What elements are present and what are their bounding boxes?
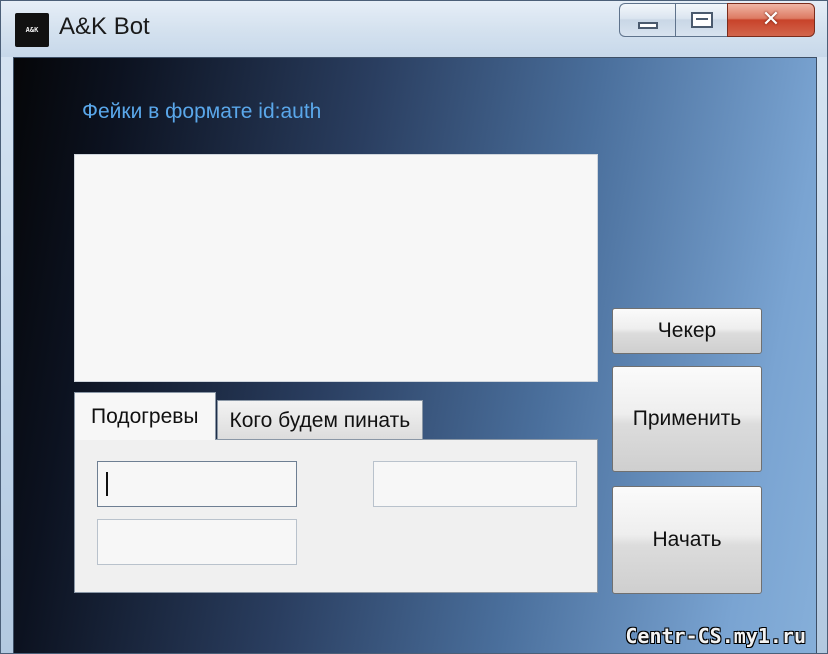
tab-podogrevy[interactable]: Подогревы (74, 392, 216, 440)
window-title: A&K Bot (59, 13, 150, 40)
fakes-label: Фейки в формате id:auth (82, 100, 322, 123)
minimize-icon (637, 21, 658, 29)
input-field-2[interactable] (97, 519, 297, 565)
fakes-textarea[interactable] (74, 154, 598, 382)
maximize-icon (690, 12, 713, 28)
caption-buttons: ✕ (619, 3, 815, 37)
client-area: Фейки в формате id:auth Подогревы Кого б… (13, 57, 817, 653)
text-caret (106, 472, 108, 496)
close-button[interactable]: ✕ (727, 3, 815, 37)
app-window: A&K A&K Bot ✕ Фейки в формате id:auth По… (0, 0, 828, 654)
tab-strip: Подогревы Кого будем пинать (74, 392, 424, 440)
tab-kogo-budem-pinat[interactable]: Кого будем пинать (216, 400, 424, 440)
start-button[interactable]: Начать (612, 486, 762, 594)
apply-button[interactable]: Применить (612, 366, 762, 472)
watermark: Centr-CS.my1.ru (625, 624, 806, 648)
checker-button[interactable]: Чекер (612, 308, 762, 354)
maximize-button[interactable] (675, 3, 727, 37)
close-icon: ✕ (761, 7, 781, 32)
title-bar[interactable]: A&K A&K Bot ✕ (1, 1, 827, 57)
minimize-button[interactable] (619, 3, 675, 37)
tab-panel (74, 439, 598, 593)
input-field-3[interactable] (373, 461, 577, 507)
app-logo-icon: A&K (15, 13, 49, 47)
input-field-1[interactable] (97, 461, 297, 507)
